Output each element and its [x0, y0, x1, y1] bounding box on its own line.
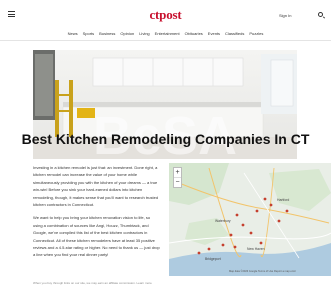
nav-item-obituaries[interactable]: Obituaries: [185, 31, 203, 36]
map-label-new-haven: New Haven: [247, 247, 265, 251]
nav-item-business[interactable]: Business: [99, 31, 115, 36]
locations-map[interactable]: + − Hartford Waterbury New Haven Bridgep…: [169, 163, 331, 276]
map-attribution: Map data ©2023 Google Terms of Use Repor…: [229, 270, 296, 273]
nav-item-classifieds[interactable]: Classifieds: [225, 31, 244, 36]
map-zoom-controls: + −: [173, 167, 182, 188]
nav-item-opinion[interactable]: Opinion: [120, 31, 134, 36]
main-nav: News Sports Business Opinion Living Ente…: [0, 28, 331, 39]
nav-item-news[interactable]: News: [68, 31, 78, 36]
nav-item-events[interactable]: Events: [208, 31, 220, 36]
article-body: Investing in a kitchen remodel is just t…: [33, 164, 160, 265]
nav-item-living[interactable]: Living: [139, 31, 149, 36]
top-bar: ctpost Sign In: [0, 0, 331, 30]
affiliate-disclaimer: When you buy through links on our site, …: [33, 281, 152, 285]
zoom-in-button[interactable]: +: [174, 168, 181, 177]
search-icon[interactable]: [318, 12, 323, 17]
map-label-bridgeport: Bridgeport: [205, 257, 221, 261]
sign-in-link[interactable]: Sign In: [279, 13, 291, 18]
nav-divider: [0, 40, 331, 41]
nav-item-puzzles[interactable]: Puzzles: [249, 31, 263, 36]
page-title: Best Kitchen Remodeling Companies In CT: [21, 131, 310, 147]
article-paragraph: Investing in a kitchen remodel is just t…: [33, 165, 159, 208]
article-paragraph: We want to help you bring your kitchen r…: [33, 215, 160, 258]
map-label-hartford: Hartford: [277, 198, 290, 202]
zoom-out-button[interactable]: −: [174, 177, 181, 187]
nav-item-sports[interactable]: Sports: [83, 31, 95, 36]
map-label-waterbury: Waterbury: [215, 219, 231, 223]
nav-item-entertainment[interactable]: Entertainment: [155, 31, 180, 36]
